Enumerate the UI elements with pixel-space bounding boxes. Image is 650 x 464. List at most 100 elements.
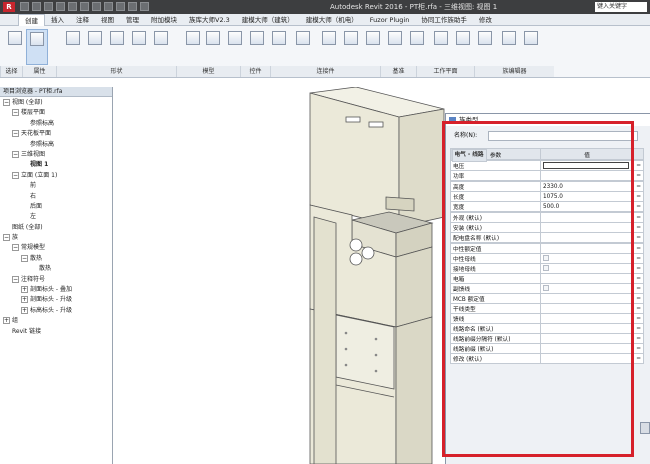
measure-icon[interactable] (80, 2, 89, 11)
collapse-icon[interactable]: − (12, 244, 19, 252)
ribbon-tab[interactable]: Fuzor Plugin (364, 14, 416, 26)
parameter-value[interactable] (539, 170, 635, 181)
parameter-value[interactable] (539, 232, 635, 243)
formula-cell[interactable]: = (633, 170, 644, 181)
open-icon[interactable] (20, 2, 29, 11)
browser-tree-item[interactable]: − 族 (0, 233, 112, 243)
parameter-value[interactable]: 500.0 (539, 201, 635, 212)
parameter-value[interactable] (539, 212, 635, 223)
browser-tree-item[interactable]: − 楼层平面 (0, 108, 112, 118)
collapse-icon[interactable]: − (12, 109, 19, 117)
browser-tree-item[interactable]: 前 (0, 181, 112, 191)
formula-cell[interactable]: = (633, 293, 644, 304)
ribbon-tool-button[interactable] (202, 29, 224, 65)
browser-tree-item[interactable]: − 立面 (立面 1) (0, 171, 112, 181)
revit-app-icon[interactable]: R (3, 2, 15, 12)
ribbon-tool-button[interactable] (268, 29, 290, 65)
parameter-value[interactable] (539, 333, 635, 344)
browser-tree-item[interactable]: 参照标高 (0, 119, 112, 129)
ribbon-tab[interactable]: 建模大师（建筑） (236, 14, 300, 26)
ribbon-tab[interactable]: 修改 (473, 14, 498, 26)
parameter-value[interactable] (539, 293, 635, 304)
parameter-value[interactable] (539, 273, 635, 284)
parameter-value[interactable] (539, 263, 635, 274)
ribbon-tab[interactable]: 族库大师V2.3 (183, 14, 236, 26)
ribbon-tab[interactable]: 注释 (70, 14, 95, 26)
ribbon-tool-button[interactable] (520, 29, 542, 65)
parameter-row[interactable]: 外观 (默认) = (450, 212, 644, 223)
formula-cell[interactable]: = (633, 181, 644, 192)
collapse-icon[interactable]: − (12, 275, 19, 283)
thin-lines-icon[interactable] (128, 2, 137, 11)
parameter-row[interactable]: 中性母线 = (450, 253, 644, 264)
parameter-row[interactable]: 馈线 = (450, 313, 644, 324)
ribbon-tool-button[interactable] (498, 29, 520, 65)
parameter-value[interactable] (539, 160, 635, 171)
parameter-row[interactable]: MCB 额定值 = (450, 293, 644, 304)
parameter-row[interactable]: 配电盘名称 (默认) = (450, 232, 644, 243)
parameter-row[interactable]: 干线类型 = (450, 303, 644, 314)
browser-tree-item[interactable]: 右 (0, 192, 112, 202)
dialog-side-button[interactable] (640, 422, 650, 434)
3d-view-icon[interactable] (104, 2, 113, 11)
formula-cell[interactable]: = (633, 353, 644, 364)
parameter-row[interactable]: 长度 1075.0 = (450, 191, 644, 202)
print-icon[interactable] (68, 2, 77, 11)
parameter-value[interactable] (539, 283, 635, 294)
expand-icon[interactable]: + (21, 306, 28, 314)
expand-icon[interactable]: + (21, 296, 28, 304)
parameter-value[interactable] (539, 243, 635, 254)
ribbon-tool-button[interactable] (340, 29, 362, 65)
collapse-icon[interactable]: − (12, 150, 19, 158)
ribbon-tool-button[interactable] (128, 29, 150, 65)
browser-tree-item[interactable]: + 剖面标头 - 升级 (0, 295, 112, 305)
parameter-value[interactable] (539, 303, 635, 314)
ribbon-tab[interactable]: 协同工作族助手 (415, 14, 473, 26)
parameter-row[interactable]: 功率 = (450, 170, 644, 181)
ribbon-tool-button[interactable] (406, 29, 428, 65)
formula-cell[interactable]: = (633, 283, 644, 294)
formula-cell[interactable]: = (633, 343, 644, 354)
ribbon-tool-button[interactable] (384, 29, 406, 65)
ribbon-tool-button[interactable] (246, 29, 268, 65)
formula-cell[interactable]: = (633, 232, 644, 243)
formula-cell[interactable]: = (633, 263, 644, 274)
browser-tree-item[interactable]: Revit 链接 (0, 327, 112, 337)
parameter-value-input[interactable] (543, 162, 629, 169)
browser-tree-item[interactable]: − 散热 (0, 254, 112, 264)
browser-tree-item[interactable]: 参照标高 (0, 140, 112, 150)
parameter-checkbox[interactable] (543, 255, 549, 262)
formula-cell[interactable]: = (633, 273, 644, 284)
parameter-value[interactable] (539, 353, 635, 364)
name-select[interactable] (488, 131, 638, 141)
browser-tree-item[interactable]: + 标高标头 - 升级 (0, 306, 112, 316)
formula-cell[interactable]: = (633, 191, 644, 202)
collapse-icon[interactable]: − (3, 234, 10, 242)
parameter-value[interactable]: 2330.0 (539, 181, 635, 192)
formula-cell[interactable]: = (633, 303, 644, 314)
expand-icon[interactable]: + (3, 317, 10, 325)
parameter-row[interactable]: 修改 (默认) = (450, 353, 644, 364)
ribbon-tool-button[interactable] (4, 29, 26, 65)
section-icon[interactable] (116, 2, 125, 11)
parameter-row[interactable]: 高度 2330.0 = (450, 181, 644, 192)
browser-tree-item[interactable]: − 常规模型 (0, 243, 112, 253)
parameter-value[interactable] (539, 313, 635, 324)
formula-cell[interactable]: = (633, 212, 644, 223)
redo-icon[interactable] (56, 2, 65, 11)
ribbon-tool-button[interactable] (224, 29, 246, 65)
parameter-row[interactable]: 宽度 500.0 = (450, 201, 644, 212)
ribbon-tab[interactable]: 管理 (120, 14, 145, 26)
browser-tree-item[interactable]: − 视图 (全部) (0, 98, 112, 108)
parameter-row[interactable]: 电箱 = (450, 273, 644, 284)
ribbon-tool-button[interactable] (182, 29, 204, 65)
parameter-checkbox[interactable] (543, 265, 549, 272)
browser-tree-item[interactable]: 散热 (0, 264, 112, 274)
ribbon-tool-button[interactable] (362, 29, 384, 65)
parameter-value[interactable] (539, 253, 635, 264)
ribbon-tool-button[interactable] (150, 29, 172, 65)
formula-cell[interactable]: = (633, 333, 644, 344)
formula-cell[interactable]: = (633, 222, 644, 233)
parameter-value[interactable] (539, 222, 635, 233)
formula-cell[interactable]: = (633, 160, 644, 171)
